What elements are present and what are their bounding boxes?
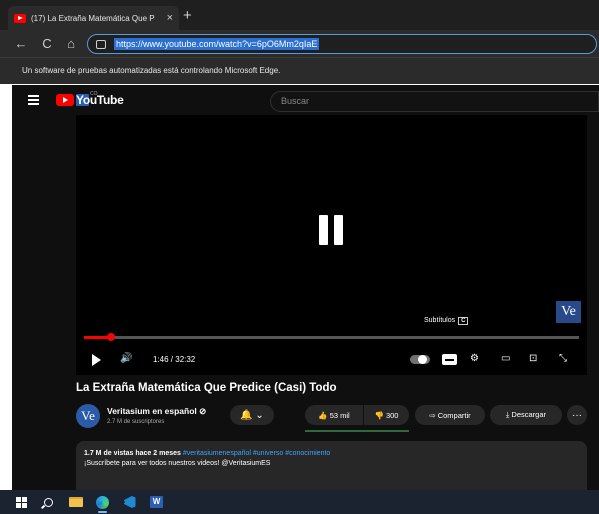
- description-text: ¡Suscríbete para ver todos nuestros vide…: [84, 460, 271, 467]
- video-title: La Extraña Matemática Que Predice (Casi)…: [76, 382, 337, 394]
- channel-name[interactable]: Veritasium en español ⊘: [107, 406, 206, 417]
- cast-icon[interactable]: ⊡: [529, 353, 537, 364]
- automation-infobar: Un software de pruebas automatizadas est…: [0, 57, 599, 84]
- address-bar[interactable]: https://www.youtube.com/watch?v=6pO6Mm2q…: [87, 34, 597, 54]
- taskbar-search-button[interactable]: [35, 490, 62, 514]
- vscode-taskbar-button[interactable]: [116, 490, 143, 514]
- word-icon: W: [150, 496, 163, 508]
- navigation-bar: ← C ⌂ https://www.youtube.com/watch?v=6p…: [0, 30, 599, 57]
- youtube-play-icon: [56, 94, 74, 106]
- automation-notice: Un software de pruebas automatizadas est…: [22, 66, 281, 75]
- dislike-button[interactable]: 👎 300: [364, 405, 409, 425]
- subtitles-icon[interactable]: [442, 354, 457, 365]
- search-placeholder: Buscar: [281, 96, 310, 106]
- folder-icon: [68, 497, 83, 507]
- edge-taskbar-button[interactable]: [89, 490, 116, 514]
- url-text[interactable]: https://www.youtube.com/watch?v=6pO6Mm2q…: [114, 38, 320, 50]
- settings-gear-icon[interactable]: ⚙: [470, 353, 479, 364]
- subscriber-count: 2.7 M de suscriptores: [107, 419, 165, 425]
- vscode-icon: [123, 496, 136, 508]
- logo-text: YouTube: [76, 93, 124, 107]
- edge-icon: [96, 495, 109, 509]
- youtube-logo[interactable]: YouTube CO: [56, 91, 124, 107]
- channel-avatar[interactable]: Ve: [76, 404, 100, 428]
- refresh-icon[interactable]: C: [36, 36, 58, 51]
- channel-watermark[interactable]: Ve: [556, 301, 581, 323]
- tab-title: (17) La Extraña Matemática Que P: [31, 13, 155, 23]
- youtube-page: YouTube CO Buscar Subtítulos C Ve 🔊 1:46 …: [12, 85, 599, 490]
- youtube-favicon-icon: [14, 13, 26, 23]
- home-icon[interactable]: ⌂: [60, 36, 82, 51]
- logo-country-code: CO: [90, 91, 98, 97]
- autoplay-toggle[interactable]: [410, 355, 430, 364]
- description-meta: 1.7 M de vistas hace 2 meses #veritasium…: [84, 450, 579, 457]
- subtitles-shortcut-key: C: [458, 317, 469, 325]
- site-info-icon[interactable]: [96, 39, 106, 49]
- progress-scrubber[interactable]: [106, 333, 115, 341]
- windows-taskbar: W: [0, 490, 599, 514]
- browser-tab[interactable]: (17) La Extraña Matemática Que P ×: [8, 6, 179, 30]
- views-and-date: 1.7 M de vistas hace 2 meses: [84, 450, 181, 457]
- fullscreen-icon[interactable]: ⤡: [559, 353, 567, 364]
- new-tab-button[interactable]: +: [183, 7, 192, 24]
- like-button[interactable]: 👍 53 mil: [305, 405, 363, 425]
- search-icon: [44, 497, 53, 507]
- progress-bar[interactable]: [84, 333, 579, 341]
- notification-bell-button[interactable]: 🔔 ⌄: [230, 405, 274, 425]
- theater-mode-icon[interactable]: ▭: [501, 353, 510, 364]
- tab-strip: (17) La Extraña Matemática Que P × +: [0, 0, 599, 30]
- subtitles-tooltip-label: Subtítulos: [424, 317, 456, 324]
- file-explorer-button[interactable]: [62, 490, 89, 514]
- tab-close-icon[interactable]: ×: [167, 12, 173, 24]
- video-player[interactable]: Subtítulos C Ve 🔊 1:46 / 32:32 ⚙ ▭ ⊡ ⤡: [76, 115, 587, 375]
- pause-icon[interactable]: [319, 215, 349, 250]
- play-icon[interactable]: [92, 354, 101, 366]
- download-button[interactable]: ⤓ Descargar: [490, 405, 562, 425]
- like-ratio-bar: [305, 430, 409, 432]
- word-taskbar-button[interactable]: W: [143, 490, 170, 514]
- volume-icon[interactable]: 🔊: [120, 353, 132, 364]
- start-button[interactable]: [8, 490, 35, 514]
- search-input[interactable]: Buscar: [270, 91, 599, 112]
- windows-logo-icon: [16, 496, 27, 508]
- more-options-button[interactable]: ···: [567, 405, 587, 425]
- hamburger-menu-icon[interactable]: [28, 95, 39, 108]
- time-display: 1:46 / 32:32: [153, 355, 196, 364]
- subtitles-tooltip: Subtítulos C: [424, 317, 469, 325]
- description-box[interactable]: 1.7 M de vistas hace 2 meses #veritasium…: [76, 441, 587, 490]
- back-arrow-icon[interactable]: ←: [10, 36, 32, 51]
- hashtags[interactable]: #veritasiumenespañol #universo #conocimi…: [181, 450, 330, 457]
- share-button[interactable]: ⇨ Compartir: [415, 405, 485, 425]
